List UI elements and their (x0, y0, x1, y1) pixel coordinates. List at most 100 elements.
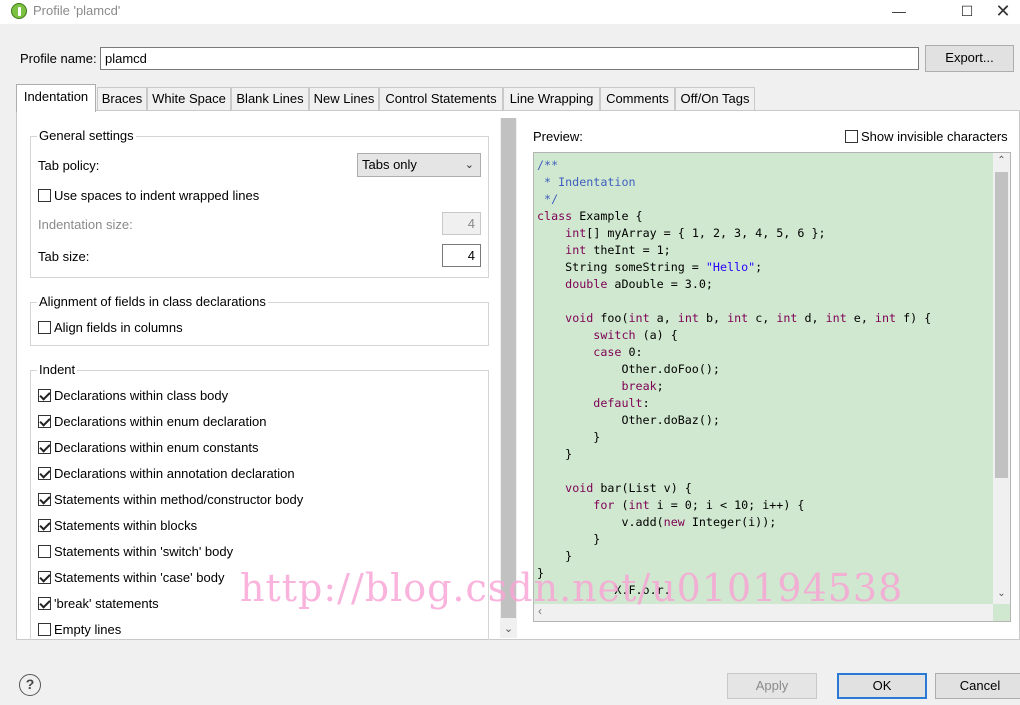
code-line: */ (537, 191, 931, 208)
code-token: int (565, 243, 587, 257)
code-line: class Example { (537, 208, 931, 225)
code-token: for (593, 498, 615, 512)
minimize-icon[interactable]: — (876, 0, 922, 24)
preview-scrollbar-thumb[interactable] (995, 172, 1008, 478)
indent-option-checkbox[interactable] (38, 467, 51, 480)
code-token: : (642, 396, 650, 410)
code-line: double aDouble = 3.0; (537, 276, 931, 293)
code-token: "Hello" (705, 260, 756, 274)
group-title: Indent (37, 362, 78, 377)
code-token: String someString = (537, 260, 706, 274)
code-token: a, (649, 311, 678, 325)
indent-option-checkbox[interactable] (38, 571, 51, 584)
code-token: f) { (896, 311, 932, 325)
code-line: String someString = "Hello"; (537, 259, 931, 276)
scroll-up-icon[interactable]: ⌃ (995, 155, 1008, 166)
code-token: int (874, 311, 897, 325)
tab-comments[interactable]: Comments (600, 87, 675, 111)
code-token: int (628, 498, 650, 512)
indent-option-checkbox[interactable] (38, 623, 51, 636)
indent-option-label: Declarations within enum declaration (54, 414, 267, 429)
indent-option-checkbox[interactable] (38, 597, 51, 610)
preview-label: Preview: (533, 129, 583, 144)
code-token: * Indentation (537, 175, 636, 189)
indent-option-label: Statements within method/constructor bod… (54, 492, 304, 507)
indent-option-checkbox[interactable] (38, 415, 51, 428)
code-line: case 0: (537, 344, 931, 361)
code-token: bar(List v) { (593, 481, 692, 495)
code-token: ; (755, 260, 763, 274)
settings-scrollbar-thumb[interactable] (501, 118, 516, 618)
code-token: } (537, 447, 573, 461)
tab-size-label: Tab size: (38, 249, 90, 264)
code-preview-text: /** * Indentation */ class Example { int[… (537, 157, 931, 599)
code-token: switch (593, 328, 636, 342)
apply-button[interactable]: Apply (727, 673, 817, 699)
tab-white-space[interactable]: White Space (147, 87, 231, 111)
code-token: theInt = 1; (586, 243, 671, 257)
code-token: Other.doBaz(); (537, 413, 720, 427)
code-token: } (537, 549, 573, 563)
group-title: General settings (37, 128, 136, 143)
tab-policy-select[interactable]: Tabs only ⌄ (357, 153, 481, 177)
tab-indentation[interactable]: Indentation (16, 84, 96, 112)
code-token: 0: (621, 345, 643, 359)
align-fields-checkbox[interactable] (38, 321, 51, 334)
code-token: e, (846, 311, 875, 325)
code-line: Other.doFoo(); (537, 361, 931, 378)
code-token: default (593, 396, 643, 410)
indent-option-checkbox[interactable] (38, 493, 51, 506)
code-token: break (621, 379, 657, 393)
indent-option-label: Statements within 'case' body (54, 570, 225, 585)
tab-control-statements[interactable]: Control Statements (379, 87, 503, 111)
export-button[interactable]: Export... (925, 45, 1014, 72)
code-line: /** (537, 157, 931, 174)
code-token: Integer(i)); (684, 515, 777, 529)
code-line: } (537, 429, 931, 446)
code-token: */ (537, 192, 559, 206)
code-token: ; (656, 379, 664, 393)
indent-option-checkbox[interactable] (38, 545, 51, 558)
code-token: c, (748, 311, 777, 325)
indent-option-label: 'break' statements (54, 596, 159, 611)
tab-policy-value: Tabs only (362, 157, 417, 172)
code-token: int (825, 311, 847, 325)
code-token: double (565, 277, 608, 291)
indent-option-label: Declarations within annotation declarati… (54, 466, 295, 481)
code-token: Example { (572, 209, 643, 223)
indent-option-checkbox[interactable] (38, 519, 51, 532)
use-spaces-label: Use spaces to indent wrapped lines (54, 188, 260, 203)
profile-name-input[interactable] (100, 47, 919, 70)
indent-option-checkbox[interactable] (38, 441, 51, 454)
code-line: void bar(List v) { (537, 480, 931, 497)
watermark: http://blog.csdn.net/u010194538 (240, 566, 904, 610)
cancel-button[interactable]: Cancel (935, 673, 1020, 699)
show-invisible-checkbox[interactable] (845, 130, 858, 143)
close-icon[interactable]: ✕ (980, 0, 1020, 24)
tab-blank-lines[interactable]: Blank Lines (231, 87, 309, 111)
ok-button[interactable]: OK (837, 673, 927, 699)
tab-line-wrapping[interactable]: Line Wrapping (503, 87, 600, 111)
code-token: aDouble = 3.0; (607, 277, 713, 291)
tab-new-lines[interactable]: New Lines (309, 87, 379, 111)
code-line: int[] myArray = { 1, 2, 3, 4, 5, 6 }; (537, 225, 931, 242)
title-bar (0, 0, 1020, 24)
code-line: break; (537, 378, 931, 395)
code-token: foo( (593, 311, 629, 325)
use-spaces-checkbox[interactable] (38, 189, 51, 202)
code-preview[interactable]: /** * Indentation */ class Example { int[… (533, 152, 1011, 622)
profile-name-label: Profile name: (20, 51, 97, 66)
tab-size-field[interactable]: 4 (442, 244, 481, 267)
code-token: int (727, 311, 749, 325)
indent-option-checkbox[interactable] (38, 389, 51, 402)
help-icon[interactable]: ? (19, 674, 41, 696)
scroll-down-icon[interactable]: ⌄ (995, 588, 1008, 599)
tab-off-on-tags[interactable]: Off/On Tags (675, 87, 755, 111)
code-token: (a) { (635, 328, 678, 342)
tab-braces[interactable]: Braces (97, 87, 147, 111)
scroll-down-icon[interactable]: ⌄ (500, 621, 517, 638)
